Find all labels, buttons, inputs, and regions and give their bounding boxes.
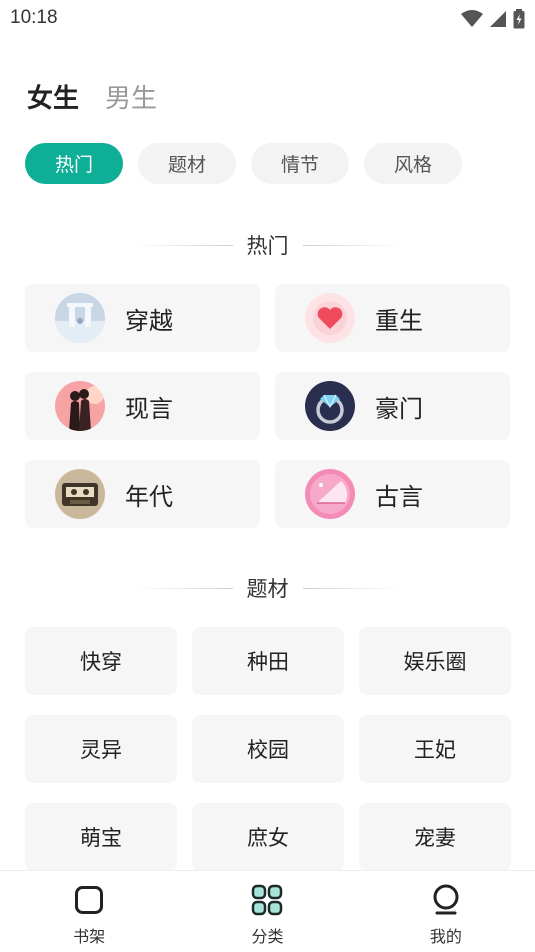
section-title-text: 题材 (246, 577, 289, 601)
nav-category[interactable]: 分类 (178, 871, 356, 952)
profile-icon (430, 883, 462, 917)
battery-icon (513, 9, 525, 29)
wifi-icon (461, 10, 483, 27)
bottom-navigation: 书架 分类 我的 (0, 870, 535, 952)
chip-plot[interactable]: 情节 (251, 143, 349, 184)
hot-item-rebirth[interactable]: 重生 (275, 284, 510, 352)
chip-hot[interactable]: 热门 (25, 143, 123, 184)
topic-tag[interactable]: 校园 (192, 715, 344, 783)
status-bar: 10:18 (0, 0, 535, 38)
bookshelf-icon (74, 883, 104, 917)
status-icons (461, 9, 525, 29)
gender-tabs: 女生 男生 (27, 78, 157, 115)
hot-item-label: 重生 (375, 306, 423, 335)
hot-item-label: 穿越 (125, 306, 173, 335)
section-title-text: 热门 (246, 234, 289, 258)
nav-label: 分类 (251, 927, 284, 946)
hot-item-label: 现言 (125, 394, 173, 423)
nav-label: 书架 (73, 927, 106, 946)
section-title-topic: 题材 (0, 573, 535, 603)
divider-line (302, 244, 403, 246)
topic-tag[interactable]: 快穿 (25, 627, 177, 695)
section-title-hot: 热门 (0, 230, 535, 260)
topic-tag[interactable]: 庶女 (192, 803, 344, 871)
hot-item-label: 年代 (125, 482, 173, 511)
topic-tag[interactable]: 宠妻 (359, 803, 511, 871)
cassette-icon (55, 469, 105, 519)
hot-item-label: 古言 (375, 482, 423, 511)
hot-item-time-travel[interactable]: 穿越 (25, 284, 260, 352)
hot-category-grid: 穿越 重生 现言 豪门 年代 古言 (25, 284, 510, 528)
hot-item-ancient-romance[interactable]: 古言 (275, 460, 510, 528)
nav-bookshelf[interactable]: 书架 (0, 871, 178, 952)
chip-style[interactable]: 风格 (364, 143, 462, 184)
tab-male[interactable]: 男生 (105, 78, 157, 115)
topic-tag[interactable]: 萌宝 (25, 803, 177, 871)
hot-item-modern-romance[interactable]: 现言 (25, 372, 260, 440)
heart-icon (305, 293, 355, 343)
hot-item-era[interactable]: 年代 (25, 460, 260, 528)
divider-line (132, 244, 233, 246)
category-icon (251, 883, 283, 917)
topic-tag-grid: 快穿 种田 娱乐圈 灵异 校园 王妃 萌宝 庶女 宠妻 (25, 627, 511, 871)
divider-line (132, 587, 233, 589)
nav-label: 我的 (429, 927, 462, 946)
ring-icon (305, 381, 355, 431)
couple-icon (55, 381, 105, 431)
divider-line (302, 587, 403, 589)
status-time: 10:18 (10, 7, 58, 28)
hot-item-label: 豪门 (375, 394, 423, 423)
cell-signal-icon (490, 11, 506, 27)
topic-tag[interactable]: 灵异 (25, 715, 177, 783)
hot-item-wealthy-family[interactable]: 豪门 (275, 372, 510, 440)
nav-profile[interactable]: 我的 (357, 871, 535, 952)
topic-tag[interactable]: 种田 (192, 627, 344, 695)
tab-female[interactable]: 女生 (27, 78, 79, 115)
fan-icon (305, 469, 355, 519)
filter-chips: 热门 题材 情节 风格 (25, 143, 462, 184)
chip-topic[interactable]: 题材 (138, 143, 236, 184)
time-gate-icon (55, 293, 105, 343)
topic-tag[interactable]: 娱乐圈 (359, 627, 511, 695)
topic-tag[interactable]: 王妃 (359, 715, 511, 783)
